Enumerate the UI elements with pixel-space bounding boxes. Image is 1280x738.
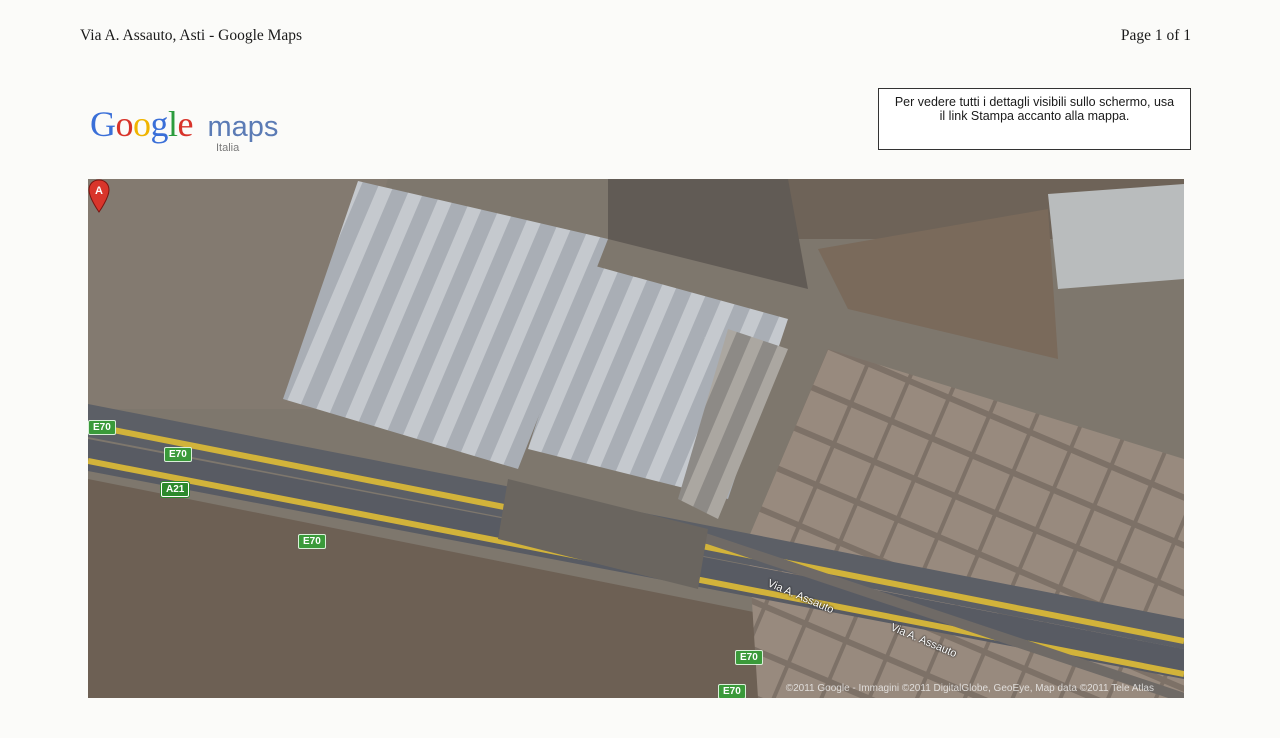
print-notice: Per vedere tutti i dettagli visibili sul… <box>878 88 1191 150</box>
road-shield-e70: E70 <box>88 420 116 435</box>
logo-letter: l <box>168 104 178 144</box>
map-attribution: ©2011 Google - Immagini ©2011 DigitalGlo… <box>785 683 1154 694</box>
maps-wordmark: maps <box>207 111 279 143</box>
road-shield-e70: E70 <box>298 534 326 549</box>
satellite-map[interactable]: E70 E70 A21 E70 E70 E70 Via A. Assauto V… <box>88 179 1184 698</box>
marker-label: A <box>95 185 103 197</box>
map-pin-icon[interactable]: A <box>88 179 110 213</box>
google-maps-logo: Google maps Italia <box>90 103 278 159</box>
logo-letter: o <box>133 104 151 144</box>
page-indicator: Page 1 of 1 <box>1120 27 1191 44</box>
logo-letter: G <box>90 104 116 144</box>
road-shield-a21: A21 <box>159 481 191 498</box>
logo-letter: e <box>177 104 194 144</box>
satellite-imagery <box>88 179 1184 698</box>
country-label: Italia <box>216 142 240 154</box>
road-shield-e70: E70 <box>735 650 763 665</box>
logo-letter: g <box>150 104 169 144</box>
road-shield-e70: E70 <box>164 447 192 462</box>
document-title: Via A. Assauto, Asti - Google Maps <box>80 27 303 44</box>
logo-letter: o <box>115 104 134 144</box>
road-shield-e70: E70 <box>718 684 746 698</box>
google-wordmark: Google <box>90 104 202 144</box>
